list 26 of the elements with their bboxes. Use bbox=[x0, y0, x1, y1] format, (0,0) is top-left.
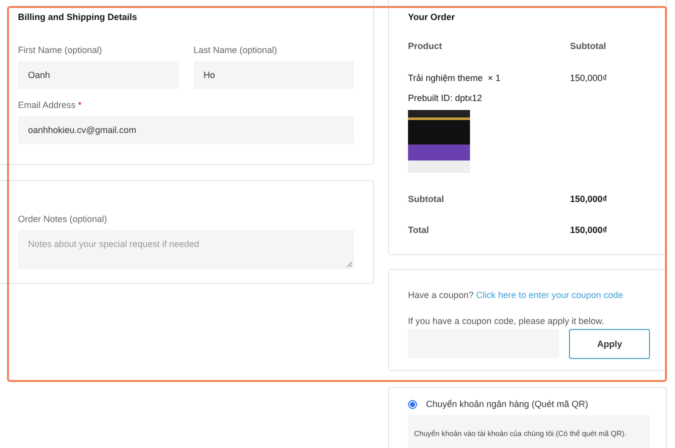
coupon-hint: If you have a coupon code, please apply it below. bbox=[408, 316, 606, 326]
coupon-prompt: Have a coupon? Click here to enter your coupon code bbox=[408, 290, 624, 300]
section-title: Your Order bbox=[408, 11, 456, 24]
input-field[interactable]: Oanh bbox=[18, 61, 178, 89]
column-header: Product bbox=[408, 41, 444, 51]
payment-method-label: Chuyển khoản ngân hàng (Quét mã QR) bbox=[426, 399, 588, 409]
input-field[interactable]: Ho bbox=[194, 61, 354, 89]
total-value: 150,000₫ bbox=[570, 225, 608, 235]
column-header: Subtotal bbox=[570, 41, 607, 51]
input-field[interactable]: oanhhokieu.cv@gmail.com bbox=[18, 116, 354, 144]
product-meta: Prebuilt ID: dptx12 bbox=[408, 93, 484, 103]
product-price: 150,000₫ bbox=[570, 73, 608, 83]
total-label: Subtotal bbox=[408, 194, 445, 204]
field-label: Last Name (optional) bbox=[194, 44, 278, 57]
field-label: First Name (optional) bbox=[18, 44, 104, 57]
total-value: 150,000₫ bbox=[570, 194, 608, 204]
section-title: Billing and Shipping Details bbox=[18, 11, 138, 24]
apply-button[interactable]: Apply bbox=[569, 329, 650, 359]
product-thumbnail bbox=[408, 110, 470, 173]
required-mark: * bbox=[78, 100, 82, 110]
field-label: Order Notes (optional) bbox=[18, 213, 108, 226]
total-label: Total bbox=[408, 225, 430, 235]
product-name: Trải nghiệm theme × 1 bbox=[408, 73, 502, 83]
radio-button[interactable] bbox=[408, 400, 417, 408]
resize-grip-icon bbox=[346, 261, 352, 267]
field-label: Email Address * bbox=[18, 99, 83, 112]
